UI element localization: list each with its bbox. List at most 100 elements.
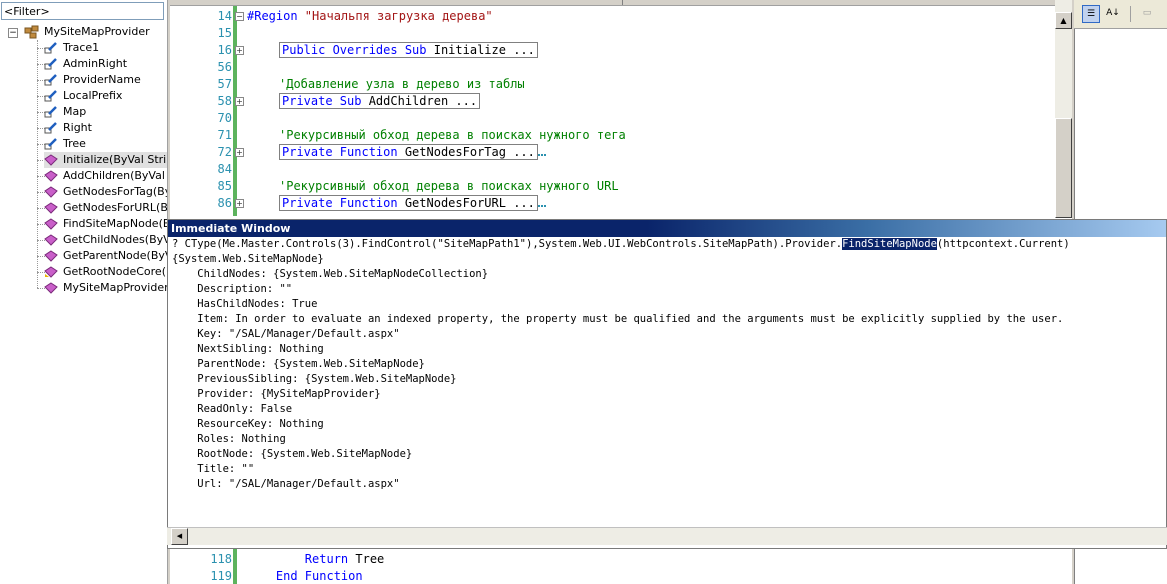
method-icon: [44, 218, 58, 230]
method-icon: [44, 186, 58, 198]
method-icon: [44, 250, 58, 262]
code-line[interactable]: Private Function GetNodesForTag ...: [279, 144, 546, 161]
expand-region-icon[interactable]: +: [235, 148, 244, 157]
tree-item[interactable]: Initialize(ByVal String,: [44, 152, 167, 168]
change-bar: [233, 6, 237, 216]
line-number: 119: [210, 569, 232, 583]
editor-top-bar: [170, 0, 1072, 6]
property-icon: [44, 74, 57, 86]
tree-item-label: Initialize(ByVal String,: [63, 153, 167, 166]
immediate-output-line: ResourceKey: Nothing: [172, 418, 324, 430]
line-number: 70: [217, 111, 232, 125]
scroll-left-icon[interactable]: ◀: [171, 528, 188, 545]
scroll-up-icon[interactable]: ▲: [1055, 12, 1072, 29]
collapsed-region[interactable]: Private Function GetNodesForURL ...: [279, 195, 538, 211]
property-icon: [44, 138, 57, 150]
immediate-output-line: Title: "": [172, 463, 255, 475]
expand-region-icon[interactable]: +: [235, 97, 244, 106]
change-bar: [233, 548, 237, 584]
tree-root-label: MySiteMapProvider: [44, 25, 150, 38]
tree-item-label: MySiteMapProvider_S: [63, 281, 167, 294]
method-icon: [44, 154, 58, 166]
line-number: 85: [217, 179, 232, 193]
tree-item-label: AddChildren(ByVal Int: [63, 169, 167, 182]
tree-item-label: AdminRight: [63, 57, 128, 70]
warning-squiggle: [537, 150, 546, 156]
class-view-panel: <Filter> − MySiteMapProvider Trace1 Admin…: [0, 0, 168, 584]
code-line[interactable]: End Function: [247, 568, 363, 584]
immediate-output-line: ReadOnly: False: [172, 403, 293, 415]
code-line[interactable]: Public Overrides Sub Initialize ...: [279, 42, 538, 59]
immediate-output-line: {System.Web.SiteMapNode}: [172, 253, 324, 265]
property-icon: [44, 106, 57, 118]
immediate-output-line: Provider: {MySiteMapProvider}: [172, 388, 381, 400]
method-icon: [44, 202, 58, 214]
property-icon: [44, 42, 57, 54]
tree-item-label: Map: [63, 105, 87, 118]
method-icon: [44, 234, 58, 246]
code-line[interactable]: 'Рекурсивный обход дерева в поисках нужн…: [279, 178, 619, 195]
filter-input[interactable]: <Filter>: [1, 2, 164, 20]
collapse-region-icon[interactable]: −: [235, 12, 244, 21]
command-selection: FindSiteMapNode: [842, 238, 937, 250]
line-number: 16: [217, 43, 232, 57]
expand-region-icon[interactable]: +: [235, 199, 244, 208]
property-icon: [44, 122, 57, 134]
line-number: 71: [217, 128, 232, 142]
code-line[interactable]: Private Sub AddChildren ...: [279, 93, 481, 110]
protected-method-icon: [44, 266, 58, 278]
categorized-icon[interactable]: ☰: [1082, 5, 1100, 23]
line-number: 118: [210, 552, 232, 566]
collapsed-region[interactable]: Private Function GetNodesForTag ...: [279, 144, 538, 160]
code-line[interactable]: #Region "Начальпя загрузка дерева": [247, 8, 493, 25]
property-pages-icon[interactable]: ▭: [1138, 5, 1156, 23]
immediate-window[interactable]: Immediate Window ? CType(Me.Master.Contr…: [167, 219, 1167, 549]
immediate-command-line[interactable]: ? CType(Me.Master.Controls(3).FindContro…: [172, 237, 1070, 252]
method-icon: [44, 282, 58, 294]
tree-item-label: FindSiteMapNode(ByV: [63, 217, 167, 230]
scroll-thumb[interactable]: [1055, 118, 1072, 218]
members-toolbar: ☰ A↓ ▭: [1074, 0, 1167, 29]
line-number: 86: [217, 196, 232, 210]
code-line[interactable]: 'Добавление узла в дерево из таблы: [279, 76, 525, 93]
line-number: 58: [217, 94, 232, 108]
line-number: 15: [217, 26, 232, 40]
editor-vscrollbar[interactable]: ▲: [1055, 0, 1072, 218]
line-number: 56: [217, 60, 232, 74]
tree-item-label: ProviderName: [63, 73, 141, 86]
command-text-tail: (httpcontext.Current): [936, 238, 1070, 250]
tree-item-label: Tree: [63, 137, 86, 150]
line-number: 57: [217, 77, 232, 91]
tree-item-label: LocalPrefix: [63, 89, 123, 102]
tree-item-label: Trace1: [63, 41, 100, 54]
immediate-output-line: Roles: Nothing: [172, 433, 286, 445]
property-icon: [44, 90, 57, 102]
immediate-output-line: Item: In order to evaluate an indexed pr…: [172, 313, 1064, 325]
line-number: 84: [217, 162, 232, 176]
immediate-output-line: ChildNodes: {System.Web.SiteMapNodeColle…: [172, 268, 489, 280]
expand-region-icon[interactable]: +: [235, 46, 244, 55]
method-icon: [44, 170, 58, 182]
immediate-window-title-text: Immediate Window: [171, 222, 291, 235]
code-line[interactable]: 'Рекурсивный обход дерева в поисках нужн…: [279, 127, 626, 144]
code-line[interactable]: Return Tree: [247, 551, 384, 568]
immediate-output-line: ParentNode: {System.Web.SiteMapNode}: [172, 358, 425, 370]
line-number: 14: [217, 9, 232, 23]
class-icon: [24, 25, 39, 39]
collapsed-region[interactable]: Private Sub AddChildren ...: [279, 93, 481, 109]
immediate-hscrollbar[interactable]: ◀: [167, 527, 1167, 545]
line-number: 72: [217, 145, 232, 159]
immediate-output-line: HasChildNodes: True: [172, 298, 318, 310]
property-icon: [44, 58, 57, 70]
collapsed-region[interactable]: Public Overrides Sub Initialize ...: [279, 42, 538, 58]
immediate-output-line: NextSibling: Nothing: [172, 343, 324, 355]
immediate-output-line: PreviousSibling: {System.Web.SiteMapNode…: [172, 373, 457, 385]
sort-az-icon[interactable]: A↓: [1104, 5, 1122, 23]
collapse-icon[interactable]: −: [8, 28, 18, 38]
command-text: ? CType(Me.Master.Controls(3).FindContro…: [172, 238, 843, 250]
immediate-output-line: RootNode: {System.Web.SiteMapNode}: [172, 448, 413, 460]
code-line[interactable]: Private Function GetNodesForURL ...: [279, 195, 546, 212]
warning-squiggle: [537, 201, 546, 207]
immediate-output-line: Description: "": [172, 283, 293, 295]
immediate-window-title: Immediate Window: [168, 220, 1166, 237]
